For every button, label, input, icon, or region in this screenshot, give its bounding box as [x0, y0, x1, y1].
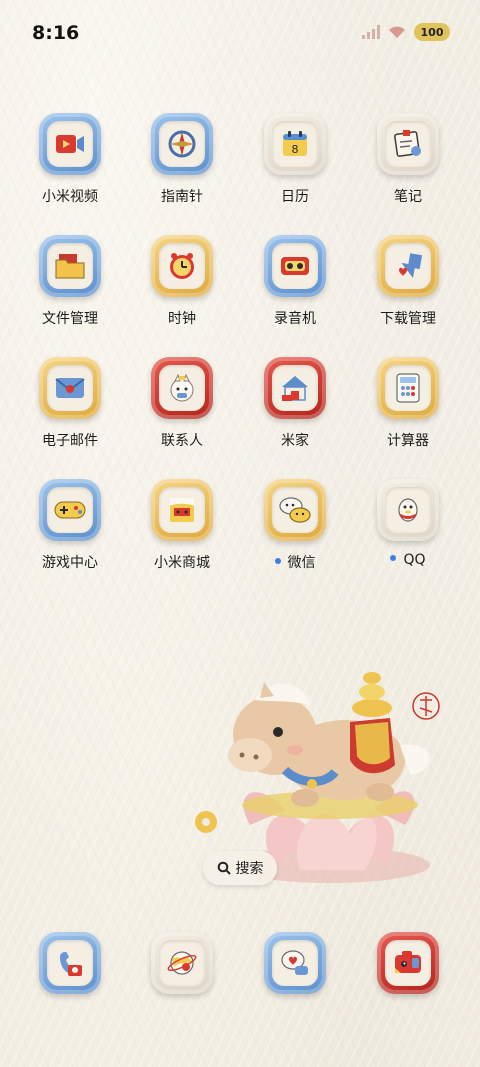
app-label: 时钟 — [168, 311, 196, 327]
video-icon[interactable] — [39, 113, 101, 175]
new-install-dot — [390, 555, 397, 561]
app-calculator[interactable]: 计算器 — [358, 357, 458, 450]
app-label: 指南针 — [161, 189, 203, 205]
search-button[interactable]: 搜索 — [203, 851, 277, 885]
signal-icon — [362, 25, 380, 39]
app-label: 下载管理 — [380, 311, 436, 327]
recorder-icon[interactable] — [264, 235, 326, 297]
app-label: 微信 — [245, 552, 345, 572]
app-contacts[interactable]: 联系人 — [132, 357, 232, 450]
dock-messages[interactable] — [245, 932, 345, 994]
app-label: 小米视频 — [42, 189, 98, 205]
app-email[interactable]: 电子邮件 — [20, 357, 120, 450]
qq-icon[interactable] — [377, 479, 439, 541]
dock-camera[interactable] — [358, 932, 458, 994]
folder-icon[interactable] — [39, 235, 101, 297]
app-compass[interactable]: 指南针 — [132, 113, 232, 206]
app-label: 米家 — [281, 433, 309, 449]
app-label: 文件管理 — [42, 311, 98, 327]
app-label: 游戏中心 — [42, 555, 98, 571]
app-clock[interactable]: 时钟 — [132, 235, 232, 328]
new-install-dot — [274, 558, 281, 564]
app-xiaomi-video[interactable]: 小米视频 — [20, 113, 120, 206]
search-label: 搜索 — [235, 861, 264, 877]
browser-icon[interactable] — [151, 932, 213, 994]
app-label: 笔记 — [394, 189, 422, 205]
status-icons: 100 — [362, 23, 450, 41]
app-label: 计算器 — [387, 433, 429, 449]
app-qq[interactable]: QQ — [358, 479, 458, 568]
app-recorder[interactable]: 录音机 — [245, 235, 345, 328]
mail-icon[interactable] — [39, 357, 101, 419]
calendar-day: 8 — [292, 143, 299, 156]
download-icon[interactable] — [377, 235, 439, 297]
status-bar: 8:16 100 — [0, 0, 480, 68]
camera-icon[interactable] — [377, 932, 439, 994]
app-label-text: QQ — [403, 552, 426, 568]
battery-icon: 100 — [414, 23, 450, 41]
app-label: 日历 — [281, 189, 309, 205]
phone-icon[interactable] — [39, 932, 101, 994]
app-label: 录音机 — [274, 311, 316, 327]
app-wechat[interactable]: 微信 — [245, 479, 345, 572]
wechat-icon[interactable] — [264, 479, 326, 541]
calendar-icon[interactable]: 8 — [264, 113, 326, 175]
home-icon[interactable] — [264, 357, 326, 419]
app-label: 联系人 — [161, 433, 203, 449]
app-mijia[interactable]: 米家 — [245, 357, 345, 450]
app-notes[interactable]: 笔记 — [358, 113, 458, 206]
app-calendar[interactable]: 8 日历 — [245, 113, 345, 206]
app-label: 小米商城 — [154, 555, 210, 571]
clock-icon[interactable] — [151, 235, 213, 297]
app-label: QQ — [358, 552, 458, 568]
app-downloads[interactable]: 下载管理 — [358, 235, 458, 328]
messages-icon[interactable] — [264, 932, 326, 994]
app-label-text: 微信 — [287, 555, 316, 571]
wifi-icon — [389, 26, 405, 38]
dock-phone[interactable] — [20, 932, 120, 994]
calculator-icon[interactable] — [377, 357, 439, 419]
status-time: 8:16 — [32, 22, 80, 44]
store-icon[interactable] — [151, 479, 213, 541]
notes-icon[interactable] — [377, 113, 439, 175]
app-game-center[interactable]: 游戏中心 — [20, 479, 120, 572]
dock-browser[interactable] — [132, 932, 232, 994]
compass-icon[interactable] — [151, 113, 213, 175]
contacts-icon[interactable] — [151, 357, 213, 419]
gamepad-icon[interactable] — [39, 479, 101, 541]
app-file-manager[interactable]: 文件管理 — [20, 235, 120, 328]
app-label: 电子邮件 — [42, 433, 98, 449]
search-icon — [217, 861, 231, 875]
app-mi-store[interactable]: 小米商城 — [132, 479, 232, 572]
